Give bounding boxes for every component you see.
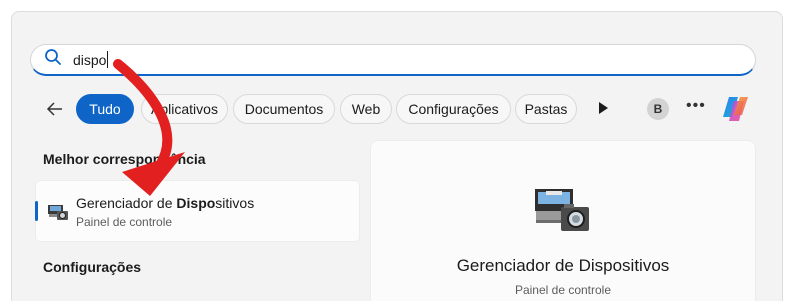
more-options-button[interactable]: ••• <box>686 97 706 115</box>
device-manager-icon <box>535 189 589 231</box>
filter-chip-aplicativos[interactable]: Aplicativos <box>141 94 228 124</box>
filter-chip-documentos[interactable]: Documentos <box>233 94 335 124</box>
best-match-heading: Melhor correspondência <box>43 151 206 167</box>
selection-indicator <box>35 201 38 221</box>
settings-heading: Configurações <box>43 259 142 275</box>
device-manager-icon <box>48 205 68 220</box>
play-icon[interactable] <box>596 101 610 115</box>
preview-subtitle: Painel de controle <box>514 283 612 297</box>
preview-title: Gerenciador de Dispositivos <box>456 256 670 275</box>
text-caret <box>107 51 109 68</box>
search-box[interactable]: dispo <box>30 44 756 76</box>
filter-chip-configuracoes[interactable]: Configurações <box>396 94 511 124</box>
filter-chip-tudo[interactable]: Tudo <box>76 94 134 124</box>
copilot-icon[interactable] <box>720 94 752 124</box>
filter-chip-pastas[interactable]: Pastas <box>515 94 577 124</box>
result-subtitle: Painel de controle <box>76 215 173 229</box>
filter-chip-web[interactable]: Web <box>340 94 392 124</box>
best-match-result[interactable]: Gerenciador de Dispositivos Painel de co… <box>35 180 360 242</box>
search-icon <box>43 47 63 72</box>
preview-pane: Gerenciador de Dispositivos Painel de co… <box>370 140 756 301</box>
arrow-left-icon <box>46 102 62 116</box>
search-input[interactable]: dispo <box>73 51 109 68</box>
result-name: Gerenciador de Dispositivos <box>76 195 255 211</box>
avatar[interactable]: B <box>647 98 669 120</box>
search-query: dispo <box>73 52 107 68</box>
back-button[interactable] <box>42 96 68 122</box>
